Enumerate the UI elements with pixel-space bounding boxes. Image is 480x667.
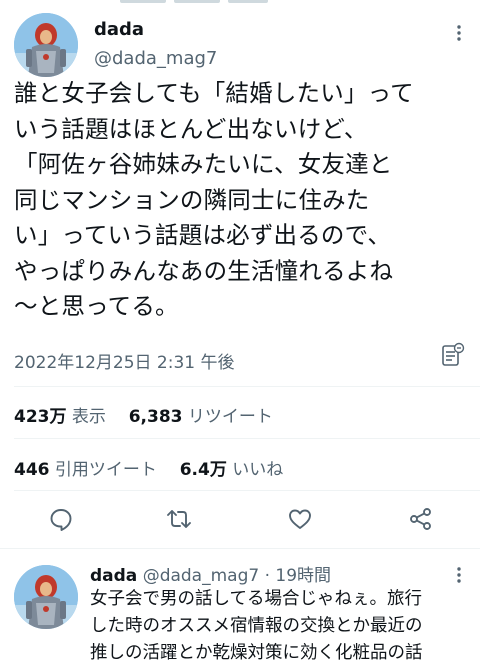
reply-icon[interactable] (48, 506, 74, 532)
retweets-count[interactable]: 6,383 (129, 407, 183, 427)
retweets-label[interactable]: リツイート (188, 407, 273, 427)
reply-avatar[interactable] (14, 565, 78, 629)
reply-header: dada @dada_mag7 · 19時間 (90, 561, 331, 586)
reply-time[interactable]: 19時間 (275, 566, 331, 586)
retweet-icon[interactable] (166, 506, 192, 532)
tweet-timestamp[interactable]: 2022年12月25日 2:31 午後 (14, 348, 235, 373)
divider (14, 386, 480, 387)
share-icon[interactable] (408, 506, 434, 532)
reply-handle[interactable]: @dada_mag7 (143, 566, 260, 586)
reply-text: 女子会で男の話してる場合じゃねぇ。旅行 した時のオススメ宿情報の交換とか最近の … (90, 589, 423, 663)
display-name[interactable]: dada (94, 19, 144, 40)
quotes-label[interactable]: 引用ツイート (55, 460, 157, 480)
user-handle[interactable]: @dada_mag7 (94, 48, 217, 69)
stats-quotes-likes: 446 引用ツイート 6.4万 いいね (14, 455, 283, 480)
reply-more-options-icon[interactable] (454, 566, 464, 584)
section-divider (0, 548, 480, 549)
views-count: 423万 (14, 407, 67, 427)
clipped-top-content (120, 0, 320, 9)
likes-count[interactable]: 6.4万 (180, 460, 227, 480)
like-icon[interactable] (287, 506, 313, 532)
more-options-icon[interactable] (454, 24, 464, 42)
divider (14, 490, 480, 491)
quotes-count[interactable]: 446 (14, 460, 50, 480)
avatar[interactable] (14, 13, 78, 77)
reply-separator: · (264, 566, 271, 586)
stats-views-retweets: 423万 表示 6,383 リツイート (14, 402, 273, 427)
views-label: 表示 (71, 407, 106, 427)
likes-label[interactable]: いいね (232, 460, 283, 480)
reply-display-name[interactable]: dada (90, 566, 137, 586)
tweet-text: 誰と女子会しても「結婚したい」って いう話題はほとんど出ないけど、 「阿佐ヶ谷姉… (14, 79, 414, 320)
community-note-icon[interactable] (440, 342, 466, 368)
divider (14, 438, 480, 439)
